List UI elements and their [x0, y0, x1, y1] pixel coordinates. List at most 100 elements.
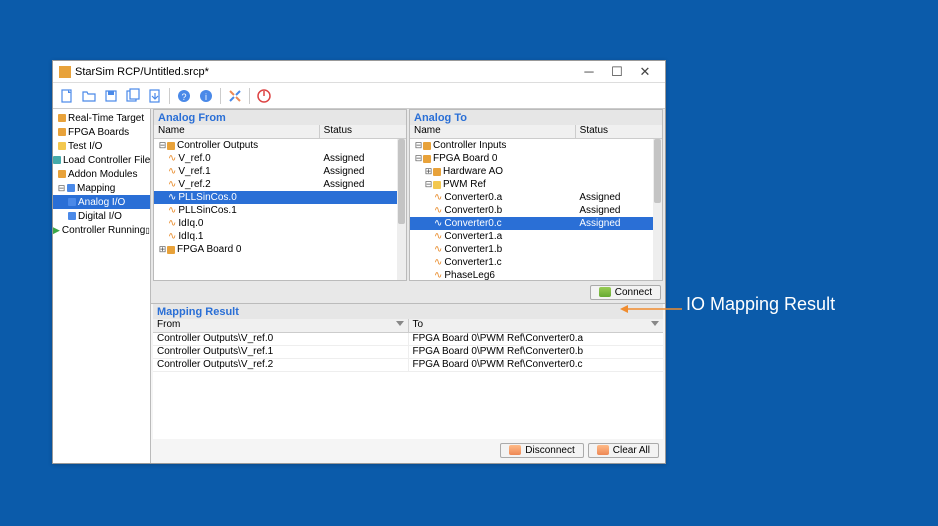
- new-file-icon[interactable]: [57, 86, 77, 106]
- app-icon: [59, 66, 71, 78]
- tree-row[interactable]: ∿IdIq.1: [154, 230, 406, 243]
- tree-row[interactable]: ⊞Hardware AO: [410, 165, 662, 178]
- scrollbar[interactable]: [653, 139, 662, 280]
- row-label: Converter1.a: [444, 231, 502, 242]
- tree-row[interactable]: ⊟ Controller Inputs: [410, 139, 662, 152]
- power-icon[interactable]: [254, 86, 274, 106]
- sidebar-item[interactable]: Addon Modules: [53, 167, 150, 181]
- sidebar-item[interactable]: Analog I/O: [53, 195, 150, 209]
- scrollbar[interactable]: [397, 139, 406, 280]
- tree-row[interactable]: ∿Converter1.c: [410, 256, 662, 269]
- clear-all-button[interactable]: Clear All: [588, 443, 659, 458]
- mapping-header: From To: [153, 319, 663, 333]
- tree-row[interactable]: ∿Converter0.aAssigned: [410, 191, 662, 204]
- row-status: [577, 178, 662, 191]
- analog-from-header: Name Status: [154, 125, 406, 139]
- signal-icon: ∿: [168, 231, 176, 242]
- sidebar-item[interactable]: Real-Time Target: [53, 111, 150, 125]
- save-icon[interactable]: [101, 86, 121, 106]
- expand-icon[interactable]: ⊟: [57, 183, 66, 194]
- mapping-row[interactable]: Controller Outputs\V_ref.1FPGA Board 0\P…: [153, 346, 663, 359]
- expand-icon[interactable]: ⊞: [158, 244, 167, 255]
- sidebar-item[interactable]: Test I/O: [53, 139, 150, 153]
- row-label: Converter0.b: [444, 205, 502, 216]
- tree-row[interactable]: ∿V_ref.2Assigned: [154, 178, 406, 191]
- window-title: StarSim RCP/Untitled.srcp*: [75, 66, 209, 78]
- map-from: Controller Outputs\V_ref.1: [153, 346, 409, 358]
- tree-row[interactable]: ⊟PWM Ref: [410, 178, 662, 191]
- tree-row[interactable]: ∿PLLSinCos.1: [154, 204, 406, 217]
- row-label: Controller Inputs: [433, 140, 506, 151]
- expand-icon[interactable]: ⊟: [414, 140, 423, 151]
- tool-icon[interactable]: [225, 86, 245, 106]
- row-label: PLLSinCos.0: [178, 192, 236, 203]
- sidebar-item[interactable]: ▶Controller Running ▯: [53, 223, 150, 237]
- tree-row[interactable]: ∿PLLSinCos.0: [154, 191, 406, 204]
- tree-label: FPGA Boards: [68, 127, 129, 138]
- tree-row[interactable]: ⊞FPGA Board 0: [154, 243, 406, 256]
- col-to[interactable]: To: [409, 319, 664, 332]
- row-status: [321, 230, 406, 243]
- app-window: StarSim RCP/Untitled.srcp* ─ ☐ ✕ ? i Rea…: [52, 60, 666, 464]
- info-icon[interactable]: i: [196, 86, 216, 106]
- signal-icon: ∿: [434, 244, 442, 255]
- unlink-icon: [509, 445, 521, 455]
- expand-icon[interactable]: ⊟: [414, 153, 423, 164]
- signal-icon: ∿: [168, 153, 176, 164]
- row-status: Assigned: [577, 204, 662, 217]
- folder-icon: [68, 198, 76, 206]
- expand-icon[interactable]: ⊟: [424, 179, 433, 190]
- row-label: V_ref.0: [178, 153, 210, 164]
- close-button[interactable]: ✕: [631, 63, 659, 81]
- tree-row[interactable]: ∿Converter0.bAssigned: [410, 204, 662, 217]
- sidebar-item[interactable]: FPGA Boards: [53, 125, 150, 139]
- tree-label: Addon Modules: [68, 169, 138, 180]
- open-folder-icon[interactable]: [79, 86, 99, 106]
- save-as-icon[interactable]: [123, 86, 143, 106]
- tree-row[interactable]: ∿V_ref.1Assigned: [154, 165, 406, 178]
- maximize-button[interactable]: ☐: [603, 63, 631, 81]
- folder-icon: [433, 181, 441, 189]
- connect-button[interactable]: Connect: [590, 285, 661, 300]
- col-from[interactable]: From: [153, 319, 409, 332]
- col-status[interactable]: Status: [576, 125, 662, 138]
- signal-icon: ∿: [168, 166, 176, 177]
- tree-row[interactable]: ∿PhaseLeg6: [410, 269, 662, 280]
- tree-row[interactable]: ⊟FPGA Board 0: [410, 152, 662, 165]
- col-name[interactable]: Name: [154, 125, 320, 138]
- col-status[interactable]: Status: [320, 125, 406, 138]
- col-name[interactable]: Name: [410, 125, 576, 138]
- mapping-row[interactable]: Controller Outputs\V_ref.2FPGA Board 0\P…: [153, 359, 663, 372]
- titlebar: StarSim RCP/Untitled.srcp* ─ ☐ ✕: [53, 61, 665, 83]
- row-status: Assigned: [321, 152, 406, 165]
- tree-label: Controller Running: [62, 225, 145, 236]
- disconnect-button[interactable]: Disconnect: [500, 443, 583, 458]
- row-label: PhaseLeg6: [444, 270, 495, 280]
- tree-row[interactable]: ∿Converter0.cAssigned: [410, 217, 662, 230]
- tree-row[interactable]: ∿V_ref.0 Assigned: [154, 152, 406, 165]
- expand-icon[interactable]: ⊞: [424, 166, 433, 177]
- analog-to-title: Analog To: [410, 110, 662, 125]
- tree-row[interactable]: ∿Converter1.a: [410, 230, 662, 243]
- export-icon[interactable]: [145, 86, 165, 106]
- mapping-row[interactable]: Controller Outputs\V_ref.0FPGA Board 0\P…: [153, 333, 663, 346]
- minimize-button[interactable]: ─: [575, 63, 603, 81]
- row-label: Converter1.c: [444, 257, 501, 268]
- tree-row[interactable]: ⊟ Controller Outputs: [154, 139, 406, 152]
- sidebar-item[interactable]: ⊟ Mapping: [53, 181, 150, 195]
- tree-row[interactable]: ∿Converter1.b: [410, 243, 662, 256]
- filter-icon[interactable]: [396, 321, 404, 326]
- folder-icon: [433, 168, 441, 176]
- expand-icon[interactable]: ⊟: [158, 140, 167, 151]
- sidebar-item[interactable]: Load Controller File: [53, 153, 150, 167]
- row-label: Controller Outputs: [177, 140, 258, 151]
- signal-icon: ∿: [434, 192, 442, 203]
- help-icon[interactable]: ?: [174, 86, 194, 106]
- tree-row[interactable]: ∿IdIq.0: [154, 217, 406, 230]
- tree-label: Mapping: [77, 183, 115, 194]
- folder-icon: [58, 114, 66, 122]
- callout-label: IO Mapping Result: [686, 294, 835, 315]
- filter-icon[interactable]: [651, 321, 659, 326]
- clear-all-label: Clear All: [613, 445, 650, 456]
- sidebar-item[interactable]: Digital I/O: [53, 209, 150, 223]
